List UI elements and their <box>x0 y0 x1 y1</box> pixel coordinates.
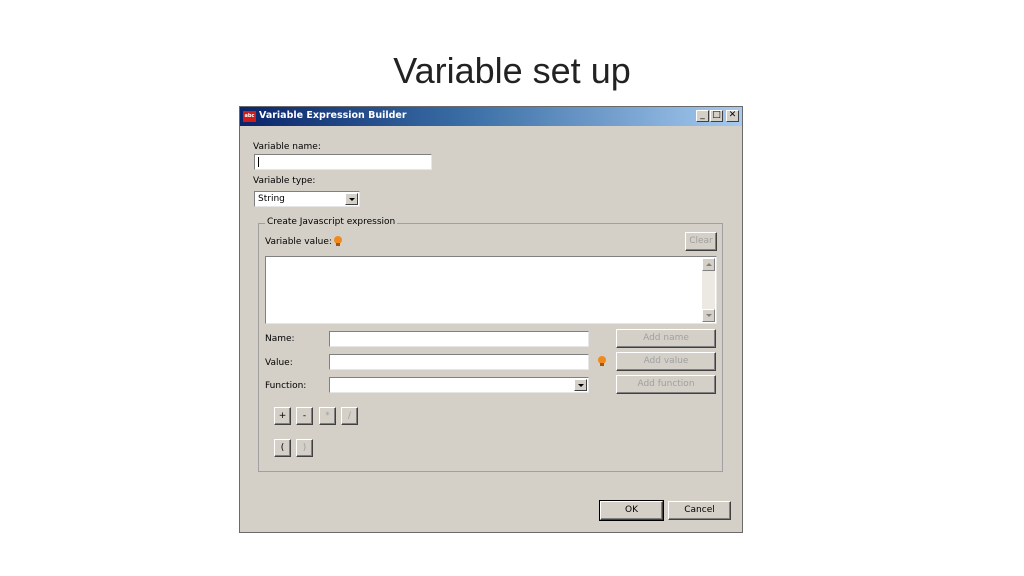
chevron-down-icon <box>349 198 355 201</box>
value-input[interactable] <box>329 354 589 370</box>
close-button[interactable]: ✕ <box>726 110 739 122</box>
operator-minus-button[interactable]: - <box>296 407 313 425</box>
close-paren-button[interactable]: ) <box>296 439 313 457</box>
scroll-up-icon <box>706 263 712 266</box>
variable-value-label: Variable value: <box>265 237 332 247</box>
scroll-up-button[interactable] <box>702 258 715 271</box>
open-paren-button[interactable]: ( <box>274 439 291 457</box>
dialog-title: Variable Expression Builder <box>259 110 407 121</box>
variable-value-textarea[interactable] <box>265 256 717 324</box>
name-input[interactable] <box>329 331 589 347</box>
variable-type-dropdown-button[interactable] <box>345 193 358 205</box>
variable-type-value: String <box>258 194 285 204</box>
clear-button[interactable]: Clear <box>685 232 717 251</box>
scroll-down-button[interactable] <box>702 309 715 322</box>
minimize-button[interactable]: _ <box>696 110 709 122</box>
scroll-down-icon <box>706 314 712 317</box>
operator-multiply-button[interactable]: * <box>319 407 336 425</box>
variable-expression-builder-dialog: abc Variable Expression Builder _ □ ✕ Va… <box>239 106 743 533</box>
function-dropdown-button[interactable] <box>574 379 587 391</box>
operator-plus-button[interactable]: + <box>274 407 291 425</box>
group-title: Create Javascript expression <box>265 217 398 227</box>
cancel-button[interactable]: Cancel <box>668 501 731 520</box>
textarea-scrollbar[interactable] <box>702 258 715 322</box>
variable-name-input[interactable] <box>254 154 432 170</box>
operator-divide-button[interactable]: / <box>341 407 358 425</box>
bulb-icon[interactable] <box>334 236 342 247</box>
ok-button[interactable]: OK <box>599 500 664 521</box>
app-icon: abc <box>243 111 256 122</box>
title-bar[interactable]: abc Variable Expression Builder _ □ ✕ <box>240 107 742 126</box>
variable-type-select[interactable]: String <box>254 191 360 207</box>
slide-title: Variable set up <box>393 50 631 91</box>
text-caret <box>258 157 259 167</box>
maximize-button[interactable]: □ <box>710 110 723 122</box>
add-value-button[interactable]: Add value <box>616 352 716 371</box>
name-label: Name: <box>265 334 295 344</box>
variable-name-label: Variable name: <box>253 142 321 152</box>
chevron-down-icon <box>578 384 584 387</box>
add-name-button[interactable]: Add name <box>616 329 716 348</box>
add-function-button[interactable]: Add function <box>616 375 716 394</box>
bulb-icon[interactable] <box>598 356 606 367</box>
function-label: Function: <box>265 381 307 391</box>
function-select[interactable] <box>329 377 589 393</box>
value-label: Value: <box>265 358 293 368</box>
variable-type-label: Variable type: <box>253 176 316 186</box>
